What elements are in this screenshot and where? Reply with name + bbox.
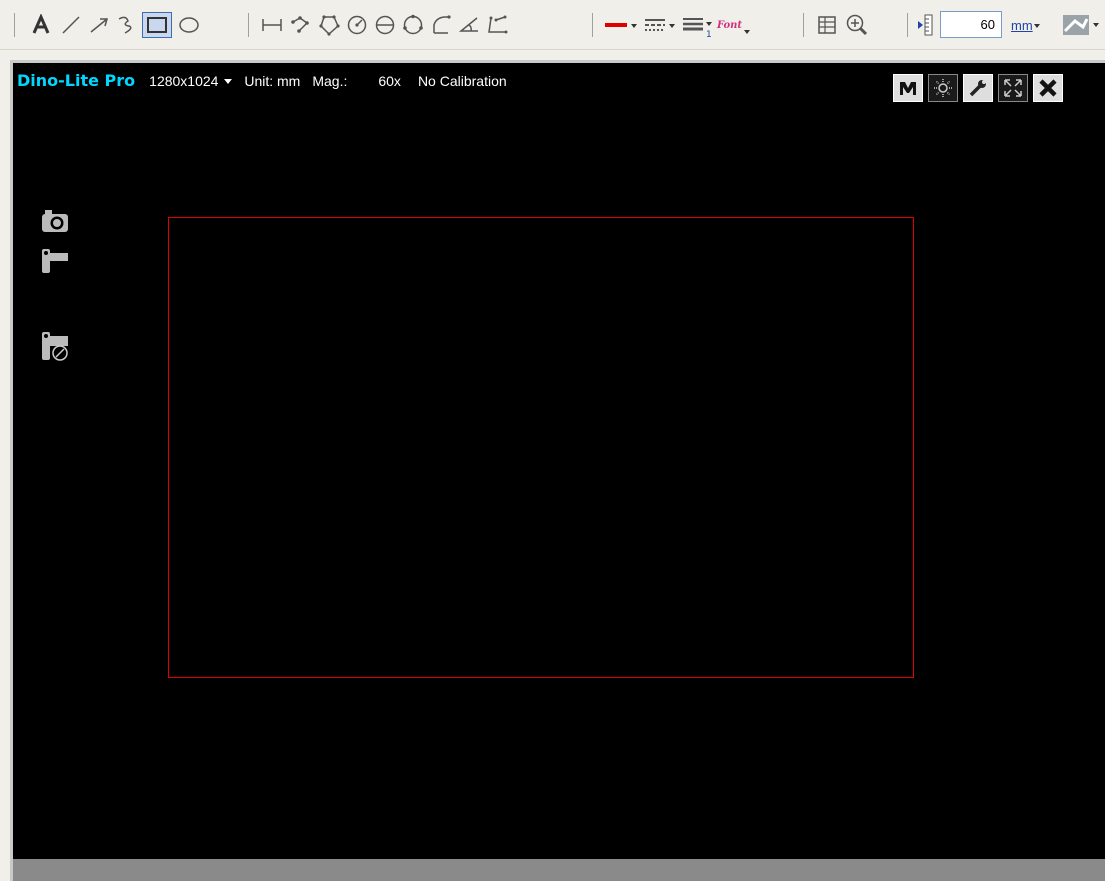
camera-icon (42, 210, 68, 232)
window-controls (893, 74, 1063, 102)
brand-title: Dino-Lite Pro (17, 71, 136, 90)
circle-three-point-tool-button[interactable] (400, 12, 426, 38)
toolbar-separator (803, 13, 804, 37)
mag-label: Mag.: (312, 73, 348, 89)
measurement-rectangle[interactable] (168, 217, 914, 678)
circle-diameter-tool-icon (375, 15, 395, 35)
fullscreen-icon (1004, 79, 1022, 97)
circle-diameter-tool-button[interactable] (372, 12, 398, 38)
calibration-dropdown[interactable] (1060, 12, 1102, 38)
circle-radius-tool-button[interactable] (344, 12, 370, 38)
four-point-angle-tool-icon (488, 15, 508, 34)
polyline-tool-icon (291, 16, 309, 33)
arrow-tool-icon (90, 18, 108, 33)
toolbar-separator (14, 13, 15, 37)
ellipse-tool-icon (179, 17, 199, 33)
magnifier-icon (846, 14, 868, 36)
close-button[interactable] (1033, 74, 1063, 102)
wrench-icon (969, 80, 986, 97)
chevron-down-icon (1033, 24, 1040, 28)
line-style-icon (645, 19, 675, 31)
timelapse-icon (42, 332, 68, 361)
table-icon (818, 16, 836, 34)
brightness-button[interactable] (928, 74, 958, 102)
ruler-icon (918, 14, 933, 36)
snapshot-button[interactable] (37, 203, 73, 239)
ellipse-tool-button[interactable] (176, 12, 202, 38)
magnification-input[interactable]: 60 (940, 11, 1002, 38)
freeform-tool-icon (433, 15, 451, 34)
chevron-down-icon (744, 30, 751, 34)
unit-status: Unit: mm (244, 73, 301, 89)
settings-button[interactable] (963, 74, 993, 102)
line-color-dropdown[interactable] (602, 12, 640, 38)
polyline-tool-button[interactable] (288, 12, 314, 38)
freehand-tool-button[interactable] (114, 12, 140, 38)
unit-dropdown[interactable]: mm (1011, 12, 1041, 38)
camera-preview[interactable]: Dino-Lite Pro 1280x1024 Unit: mm Mag.: 6… (10, 60, 1105, 881)
video-camera-icon (42, 249, 68, 273)
calibration-icon (1063, 15, 1099, 35)
font-label: Font (716, 19, 743, 31)
chevron-down-icon (224, 79, 233, 84)
freehand-tool-icon (118, 16, 132, 34)
arrow-tool-button[interactable] (86, 12, 112, 38)
mag-value: 60x (378, 73, 401, 89)
angle-tool-icon (458, 17, 478, 32)
measurement-toolbar: 1 Font 60 mm (0, 0, 1105, 50)
text-tool-icon (32, 14, 50, 34)
polygon-tool-button[interactable] (316, 12, 342, 38)
resolution-label: 1280x1024 (149, 73, 219, 89)
angle-tool-button[interactable] (456, 12, 482, 38)
brightness-icon (934, 79, 952, 97)
unit-label: mm (1011, 17, 1033, 33)
line-tool-icon (62, 16, 80, 34)
bottom-status-strip (13, 859, 1105, 881)
resolution-dropdown[interactable]: 1280x1024 (149, 73, 234, 89)
status-bar: Dino-Lite Pro 1280x1024 Unit: mm Mag.: 6… (13, 71, 893, 91)
circle-radius-tool-icon (347, 15, 367, 35)
circle-three-point-tool-icon (403, 14, 423, 35)
four-point-angle-tool-button[interactable] (484, 12, 510, 38)
toolbar-separator (907, 13, 908, 37)
fullscreen-button[interactable] (998, 74, 1028, 102)
polygon-tool-icon (319, 15, 340, 36)
zoom-tool-button[interactable] (842, 12, 872, 38)
line-tool-button[interactable] (58, 12, 84, 38)
line-color-icon (605, 23, 637, 28)
freeform-tool-button[interactable] (428, 12, 454, 38)
calibration-status: No Calibration (417, 73, 507, 89)
rectangle-tool-icon (147, 17, 167, 33)
m-logo-icon (900, 82, 916, 95)
toolbar-separator (592, 13, 593, 37)
svg-text:1: 1 (706, 30, 712, 38)
data-table-button[interactable] (814, 12, 840, 38)
line-width-dropdown[interactable]: 1 (680, 12, 714, 38)
line-style-dropdown[interactable] (642, 12, 678, 38)
ruler-tool-button[interactable] (914, 12, 936, 38)
close-icon (1039, 79, 1057, 97)
distance-tool-button[interactable] (258, 12, 286, 38)
line-width-icon: 1 (683, 18, 712, 38)
distance-tool-icon (262, 19, 282, 31)
text-tool-button[interactable] (28, 12, 54, 38)
measure-mode-button[interactable] (893, 74, 923, 102)
rectangle-tool-button[interactable] (142, 12, 172, 38)
timelapse-button[interactable] (37, 328, 73, 364)
font-dropdown[interactable]: Font (716, 12, 752, 38)
video-record-button[interactable] (37, 243, 73, 279)
toolbar-separator (248, 13, 249, 37)
